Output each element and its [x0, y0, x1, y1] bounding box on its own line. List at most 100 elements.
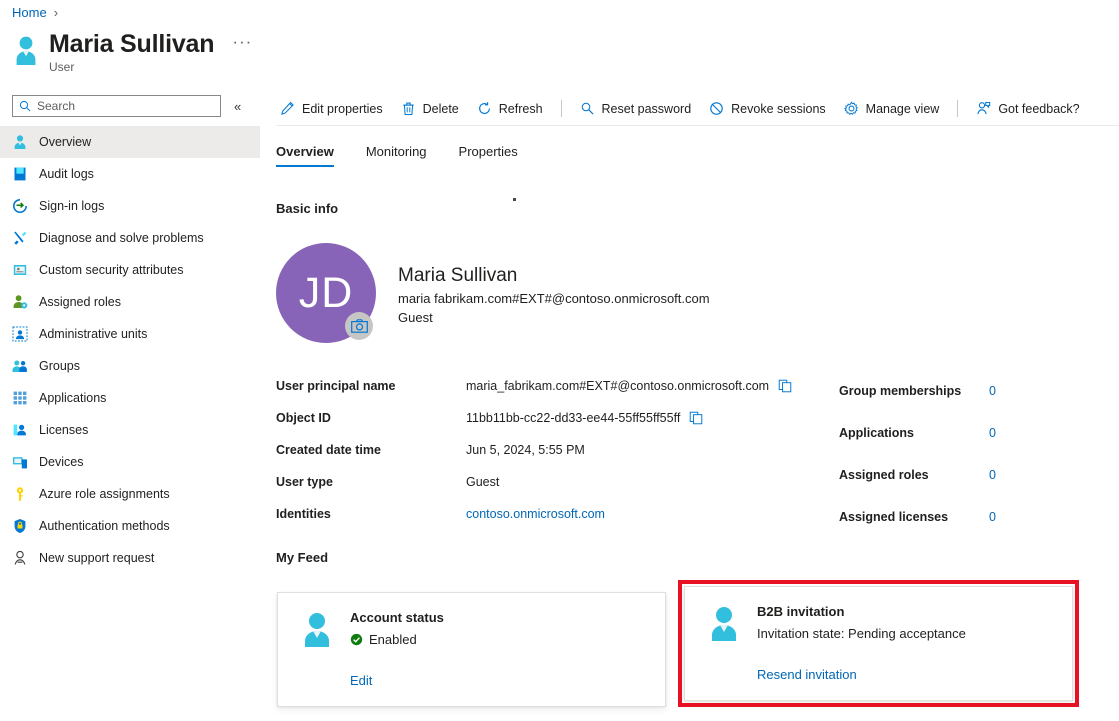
search-icon: [19, 100, 31, 112]
sidebar-item-devices[interactable]: Devices: [0, 446, 260, 478]
sidebar-item-label: Custom security attributes: [39, 263, 184, 277]
stat-row: Assigned licenses 0: [839, 496, 1099, 538]
breadcrumb: Home ›: [12, 5, 58, 20]
command-separator: [957, 100, 958, 117]
user-avatar-icon: [12, 35, 40, 65]
search-placeholder: Search: [37, 99, 75, 113]
stat-row: Applications 0: [839, 412, 1099, 454]
change-photo-button[interactable]: [345, 312, 373, 340]
sidebar-item-label: Groups: [39, 359, 80, 373]
basic-info-heading: Basic info: [276, 201, 338, 216]
b2b-invitation-card: B2B invitation Invitation state: Pending…: [684, 586, 1073, 701]
stat-value[interactable]: 0: [989, 384, 996, 398]
pencil-icon: [280, 101, 295, 116]
sidebar-search-area: Search «: [12, 95, 241, 117]
document-icon: [12, 262, 28, 278]
sidebar-item-custom-security-attributes[interactable]: Custom security attributes: [0, 254, 260, 286]
license-icon: [12, 422, 28, 438]
stat-key: Group memberships: [839, 384, 989, 398]
property-value-text: Jun 5, 2024, 5:55 PM: [466, 443, 585, 457]
tab-overview[interactable]: Overview: [276, 140, 348, 167]
sidebar-item-diagnose-and-solve-problems[interactable]: Diagnose and solve problems: [0, 222, 260, 254]
page-title: Maria Sullivan: [49, 30, 214, 59]
devices-icon: [12, 454, 28, 470]
stat-value[interactable]: 0: [989, 426, 996, 440]
my-feed-heading: My Feed: [276, 550, 328, 565]
sidebar-item-administrative-units[interactable]: Administrative units: [0, 318, 260, 350]
key-icon: [12, 486, 28, 502]
check-circle-icon: [350, 633, 363, 646]
edit-properties-button[interactable]: Edit properties: [276, 95, 392, 123]
account-status-card: Account status Enabled Edit: [277, 592, 666, 707]
page-header: Maria Sullivan ··· User: [12, 30, 254, 74]
card-status: Enabled: [350, 629, 444, 650]
profile-upn: maria fabrikam.com#EXT#@contoso.onmicros…: [398, 289, 710, 308]
property-value-text: maria_fabrikam.com#EXT#@contoso.onmicros…: [466, 379, 769, 393]
got-feedback-button[interactable]: Got feedback?: [967, 95, 1088, 123]
properties-list: User principal name maria_fabrikam.com#E…: [276, 370, 821, 530]
sidebar-item-licenses[interactable]: Licenses: [0, 414, 260, 446]
person-icon: [705, 605, 743, 643]
sidebar-item-label: Overview: [39, 135, 91, 149]
reset-password-button[interactable]: Reset password: [571, 95, 701, 123]
tab-monitoring[interactable]: Monitoring: [366, 140, 441, 167]
gear-icon: [844, 101, 859, 116]
copy-icon[interactable]: [689, 411, 703, 425]
sidebar-item-label: Applications: [39, 391, 106, 405]
tab-bar: Overview Monitoring Properties: [276, 140, 550, 167]
edit-link[interactable]: Edit: [350, 673, 444, 688]
property-key: Identities: [276, 507, 466, 521]
user-icon: [12, 134, 28, 150]
sidebar-item-label: Administrative units: [39, 327, 147, 341]
collapse-sidebar-button[interactable]: «: [234, 100, 241, 113]
property-value-text: 11bb11bb-cc22-dd33-ee44-55ff55ff55ff: [466, 411, 680, 425]
resend-invitation-link[interactable]: Resend invitation: [757, 667, 966, 682]
feedback-icon: [976, 101, 991, 116]
sidebar-item-assigned-roles[interactable]: Assigned roles: [0, 286, 260, 318]
command-label: Manage view: [866, 102, 940, 116]
manage-view-button[interactable]: Manage view: [835, 95, 949, 123]
page-subtitle: User: [49, 60, 254, 74]
breadcrumb-separator-icon: ›: [54, 5, 58, 20]
property-value: maria_fabrikam.com#EXT#@contoso.onmicros…: [466, 379, 792, 393]
sidebar-item-overview[interactable]: Overview: [0, 126, 260, 158]
block-icon: [709, 101, 724, 116]
groups-icon: [12, 358, 28, 374]
grid-icon: [12, 390, 28, 406]
delete-button[interactable]: Delete: [392, 95, 468, 123]
copy-icon[interactable]: [778, 379, 792, 393]
breadcrumb-home-link[interactable]: Home: [12, 5, 47, 20]
sidebar-item-authentication-methods[interactable]: Authentication methods: [0, 510, 260, 542]
more-options-button[interactable]: ···: [230, 37, 254, 47]
stat-value[interactable]: 0: [989, 468, 996, 482]
sidebar-item-audit-logs[interactable]: Audit logs: [0, 158, 260, 190]
property-key: User principal name: [276, 379, 466, 393]
stat-value[interactable]: 0: [989, 510, 996, 524]
sidebar-item-azure-role-assignments[interactable]: Azure role assignments: [0, 478, 260, 510]
command-label: Got feedback?: [998, 102, 1079, 116]
sidebar-item-sign-in-logs[interactable]: Sign-in logs: [0, 190, 260, 222]
tab-properties[interactable]: Properties: [459, 140, 532, 167]
command-bar: Edit properties Delete Refresh Reset p: [276, 92, 1119, 125]
card-status: Invitation state: Pending acceptance: [757, 623, 966, 644]
property-key: Object ID: [276, 411, 466, 425]
azure-user-overview-page: Home › Maria Sullivan ··· User Search «: [0, 0, 1119, 721]
sidebar-item-applications[interactable]: Applications: [0, 382, 260, 414]
command-separator: [561, 100, 562, 117]
property-row: User principal name maria_fabrikam.com#E…: [276, 370, 821, 402]
person-icon: [298, 611, 336, 649]
revoke-sessions-button[interactable]: Revoke sessions: [700, 95, 835, 123]
command-bar-divider: [276, 125, 1119, 126]
property-row: User type Guest: [276, 466, 821, 498]
support-icon: [12, 550, 28, 566]
wrench-icon: [12, 230, 28, 246]
refresh-button[interactable]: Refresh: [468, 95, 552, 123]
command-label: Delete: [423, 102, 459, 116]
sidebar-item-new-support-request[interactable]: New support request: [0, 542, 260, 574]
card-title: Account status: [350, 609, 444, 627]
property-value-link[interactable]: contoso.onmicrosoft.com: [466, 507, 605, 521]
sidebar-item-groups[interactable]: Groups: [0, 350, 260, 382]
profile-name: Maria Sullivan: [398, 263, 710, 289]
sidebar-item-label: Azure role assignments: [39, 487, 170, 501]
search-input[interactable]: Search: [12, 95, 221, 117]
